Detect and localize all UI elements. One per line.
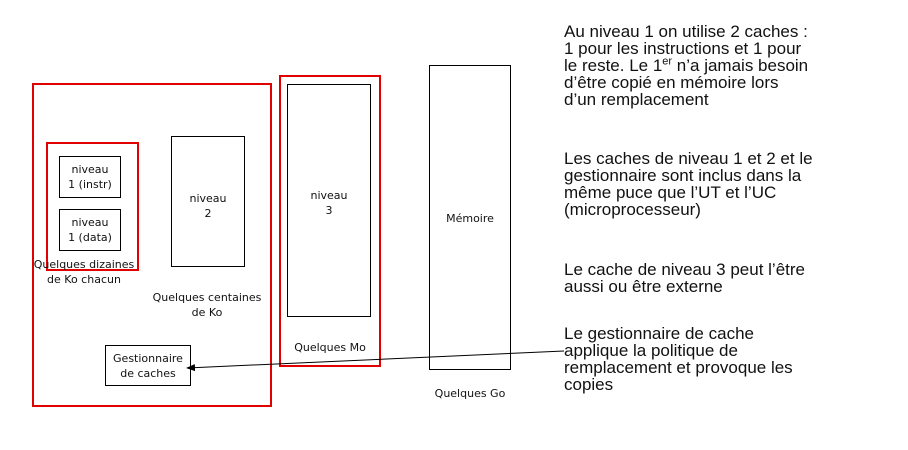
manager-arrow-line: [186, 350, 565, 372]
note-on-chip: Les caches de niveau 1 et 2 et le gestio…: [564, 149, 813, 219]
note-level1-caches: Au niveau 1 on utilise 2 caches : 1 pour…: [564, 22, 809, 109]
note-level3: Le cache de niveau 3 peut l’être aussi o…: [564, 260, 806, 296]
note-cache-manager: Le gestionnaire de cache applique la pol…: [564, 324, 793, 394]
